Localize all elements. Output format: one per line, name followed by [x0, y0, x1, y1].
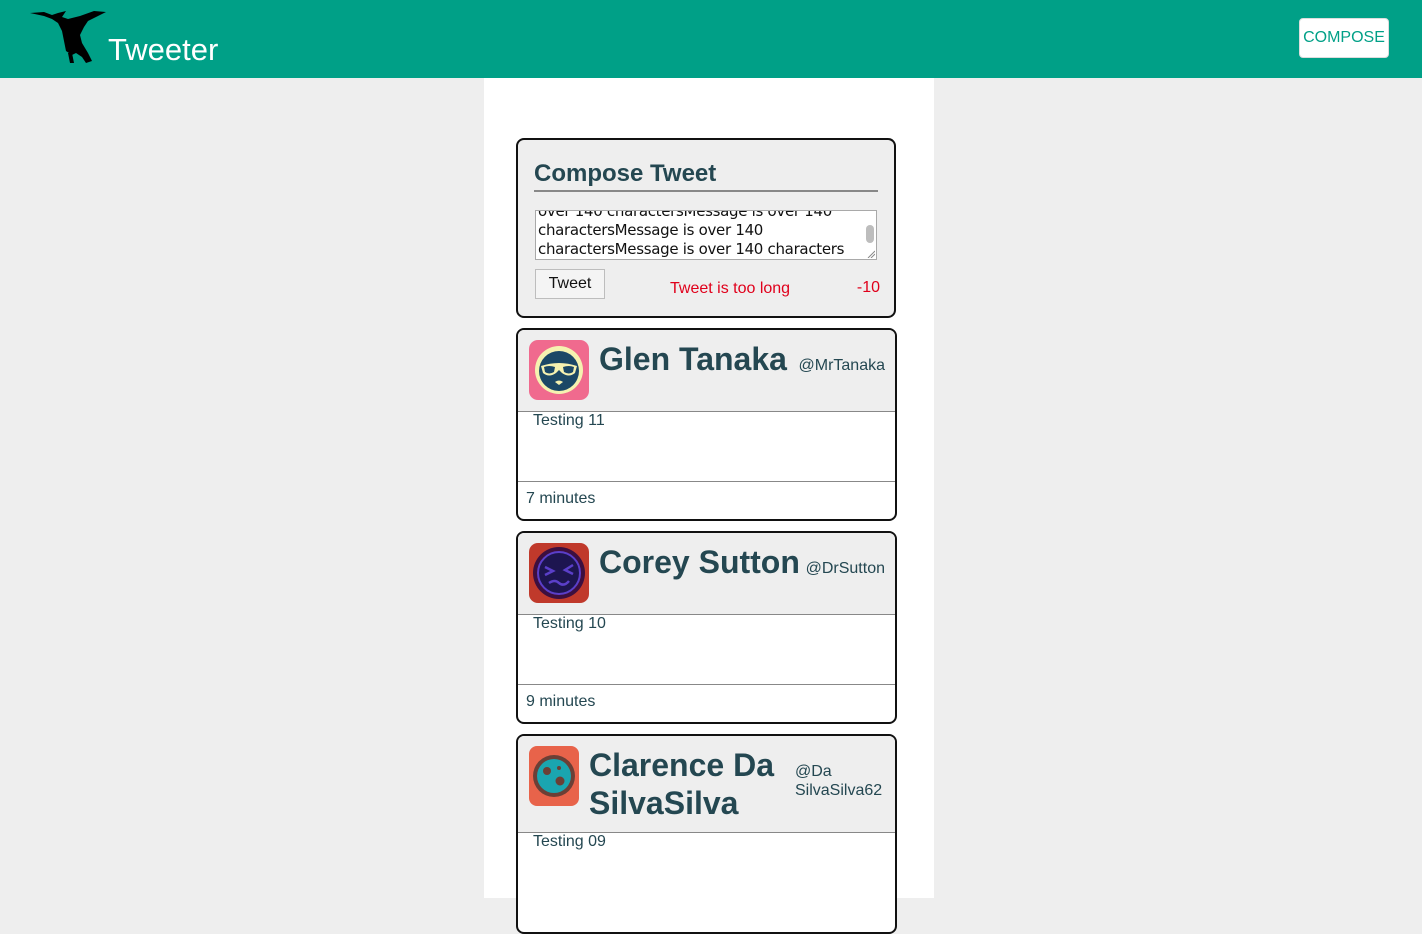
brand-title[interactable]: Tweeter [108, 31, 218, 69]
hummingbird-logo-icon [30, 11, 106, 63]
tweet-header: Clarence Da SilvaSilva @Da SilvaSilva62 [518, 736, 895, 833]
resize-handle-icon[interactable] [867, 250, 875, 258]
compose-title: Compose Tweet [534, 158, 878, 192]
tweet-footer: 7 minutes [518, 481, 895, 519]
compose-toggle-button[interactable]: COMPOSE [1299, 18, 1389, 58]
tweet-content: Testing 09 [533, 833, 606, 850]
globe-face-icon [529, 746, 579, 806]
tweet-author-name: Glen Tanaka [599, 341, 787, 377]
error-message: Tweet is too long [670, 280, 791, 297]
tweet-timestamp: 7 minutes [526, 490, 596, 507]
tweet-footer: 9 minutes [518, 684, 895, 722]
tweet-textarea[interactable]: over 140 charactersMessage is over 140 c… [535, 210, 877, 260]
tweet-author-handle: @DrSutton [805, 560, 885, 577]
tweet-card: Corey Sutton @DrSutton Testing 10 9 minu… [516, 531, 897, 724]
tweet-textarea-value: over 140 charactersMessage is over 140 c… [538, 210, 845, 258]
textarea-scrollbar[interactable] [866, 225, 874, 243]
character-counter: -10 [856, 279, 880, 296]
tweet-submit-button[interactable]: Tweet [535, 269, 605, 299]
tweet-header: Corey Sutton @DrSutton [518, 533, 895, 615]
tweet-card: Clarence Da SilvaSilva @Da SilvaSilva62 … [516, 734, 897, 934]
tweet-content: Testing 11 [533, 412, 605, 429]
tweet-author-handle: @MrTanaka [798, 357, 886, 374]
tweet-timestamp: 9 minutes [526, 693, 596, 710]
tweet-author-name: Clarence Da SilvaSilva [589, 747, 774, 821]
tweet-header: Glen Tanaka @MrTanaka [518, 330, 895, 412]
tweet-content: Testing 10 [533, 615, 606, 632]
tweet-author-handle: @Da SilvaSilva62 [795, 763, 883, 799]
compose-tweet-section: Compose Tweet over 140 charactersMessage… [516, 138, 896, 318]
tweet-card: Glen Tanaka @MrTanaka Testing 11 7 minut… [516, 328, 897, 521]
sunglasses-face-icon [529, 340, 589, 400]
tweet-author-name: Corey Sutton [599, 544, 800, 580]
navbar: Tweeter COMPOSE [0, 0, 1422, 78]
squinting-face-icon [529, 543, 589, 603]
